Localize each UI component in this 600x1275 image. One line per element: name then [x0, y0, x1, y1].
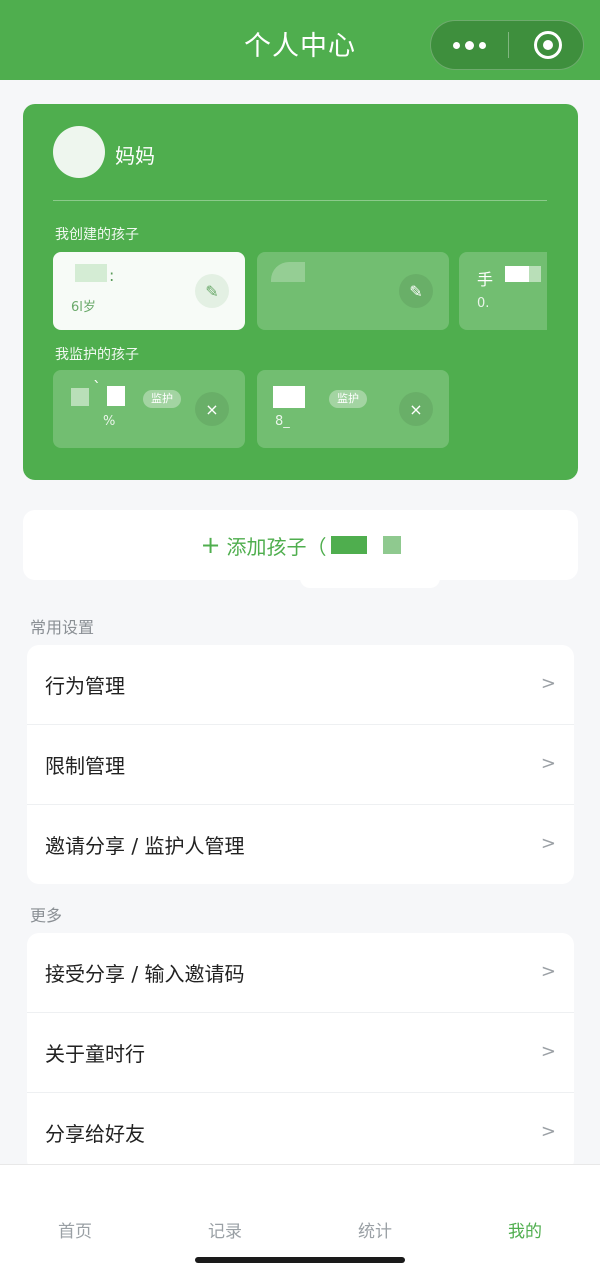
remove-icon[interactable]: × — [195, 392, 229, 426]
redaction-block — [71, 388, 89, 406]
chevron-right-icon: > — [540, 961, 556, 982]
profile-card: 妈妈 我创建的孩子 : ا6岁 ✎ ✎ 手 0. 我监护的孩子 ` 监护 % ×… — [23, 104, 578, 480]
menu-item-behavior[interactable]: 行为管理 > — [27, 645, 574, 725]
tab-home[interactable]: 首页 — [0, 1217, 150, 1242]
redaction-block — [75, 264, 107, 282]
guarded-children-label: 我监护的孩子 — [55, 347, 139, 363]
redaction-block — [382, 536, 401, 554]
home-indicator — [195, 1257, 405, 1263]
menu-item-label: 邀请分享 / 监护人管理 — [45, 834, 245, 858]
redaction-block — [273, 386, 305, 408]
redaction-block — [521, 266, 541, 282]
tab-stats[interactable]: 统计 — [300, 1217, 450, 1242]
chevron-right-icon: > — [540, 753, 556, 774]
username: 妈妈 — [115, 144, 155, 168]
add-child-label: 添加孩子（ — [226, 534, 327, 559]
close-mini-program-icon[interactable] — [534, 31, 562, 59]
menu-item-label: 接受分享 / 输入邀请码 — [45, 962, 245, 986]
dot-icon — [453, 41, 460, 49]
tab-mine[interactable]: 我的 — [450, 1217, 600, 1242]
menu-item-label: 行为管理 — [45, 674, 125, 698]
divider — [53, 200, 547, 201]
edit-icon[interactable]: ✎ — [399, 274, 433, 308]
group-title-more: 更多 — [30, 906, 63, 925]
child-name: : — [109, 266, 115, 285]
avatar[interactable] — [53, 126, 105, 178]
mini-program-capsule — [430, 20, 584, 70]
redaction-block — [271, 262, 305, 282]
menu-common-settings: 行为管理 > 限制管理 > 邀请分享 / 监护人管理 > — [27, 645, 574, 884]
tab-records[interactable]: 记录 — [150, 1217, 300, 1242]
capsule-divider — [508, 32, 509, 58]
menu-item-label: 关于童时行 — [45, 1042, 145, 1066]
child-name: 手 — [477, 270, 494, 289]
edit-icon[interactable]: ✎ — [195, 274, 229, 308]
more-menu-button[interactable] — [431, 21, 508, 69]
dot-icon — [465, 40, 474, 50]
chevron-right-icon: > — [540, 833, 556, 854]
redaction-block — [300, 568, 440, 588]
child-card[interactable]: 手 0. — [459, 252, 547, 330]
menu-item-share-friends[interactable]: 分享给好友 > — [27, 1093, 574, 1172]
child-card[interactable]: : ا6岁 ✎ — [53, 252, 245, 330]
menu-item-invite-share[interactable]: 邀请分享 / 监护人管理 > — [27, 805, 574, 884]
chevron-right-icon: > — [540, 1121, 556, 1142]
created-children-list[interactable]: : ا6岁 ✎ ✎ 手 0. — [53, 252, 547, 332]
redaction-block — [330, 536, 367, 554]
dot-icon — [479, 41, 486, 49]
menu-item-limits[interactable]: 限制管理 > — [27, 725, 574, 805]
guardian-tag: 监护 — [329, 390, 367, 408]
child-card[interactable]: ✎ — [257, 252, 449, 330]
child-info: 8_ — [275, 414, 290, 429]
child-info: % — [103, 414, 116, 429]
remove-icon[interactable]: × — [399, 392, 433, 426]
redaction-block — [107, 386, 125, 406]
guardian-tag: 监护 — [143, 390, 181, 408]
guarded-children-list: ` 监护 % × 监护 8_ × — [53, 370, 547, 450]
menu-more: 接受分享 / 输入邀请码 > 关于童时行 > 分享给好友 > — [27, 933, 574, 1172]
plus-icon: + — [200, 531, 221, 559]
created-children-label: 我创建的孩子 — [55, 227, 139, 243]
group-title-common: 常用设置 — [30, 618, 95, 637]
menu-item-label: 分享给好友 — [45, 1122, 145, 1146]
menu-item-accept-share[interactable]: 接受分享 / 输入邀请码 > — [27, 933, 574, 1013]
menu-item-about[interactable]: 关于童时行 > — [27, 1013, 574, 1093]
child-info: ا6岁 — [71, 300, 96, 315]
chevron-right-icon: > — [540, 1041, 556, 1062]
nav-bar: 个人中心 — [0, 0, 600, 80]
guarded-child-card[interactable]: 监护 8_ × — [257, 370, 449, 448]
child-info: 0. — [477, 296, 490, 311]
chevron-right-icon: > — [540, 673, 556, 694]
menu-item-label: 限制管理 — [45, 754, 125, 778]
guarded-child-card[interactable]: ` 监护 % × — [53, 370, 245, 448]
add-child-button[interactable]: + 添加孩子（ — [23, 510, 578, 580]
child-name: ` — [93, 378, 101, 397]
